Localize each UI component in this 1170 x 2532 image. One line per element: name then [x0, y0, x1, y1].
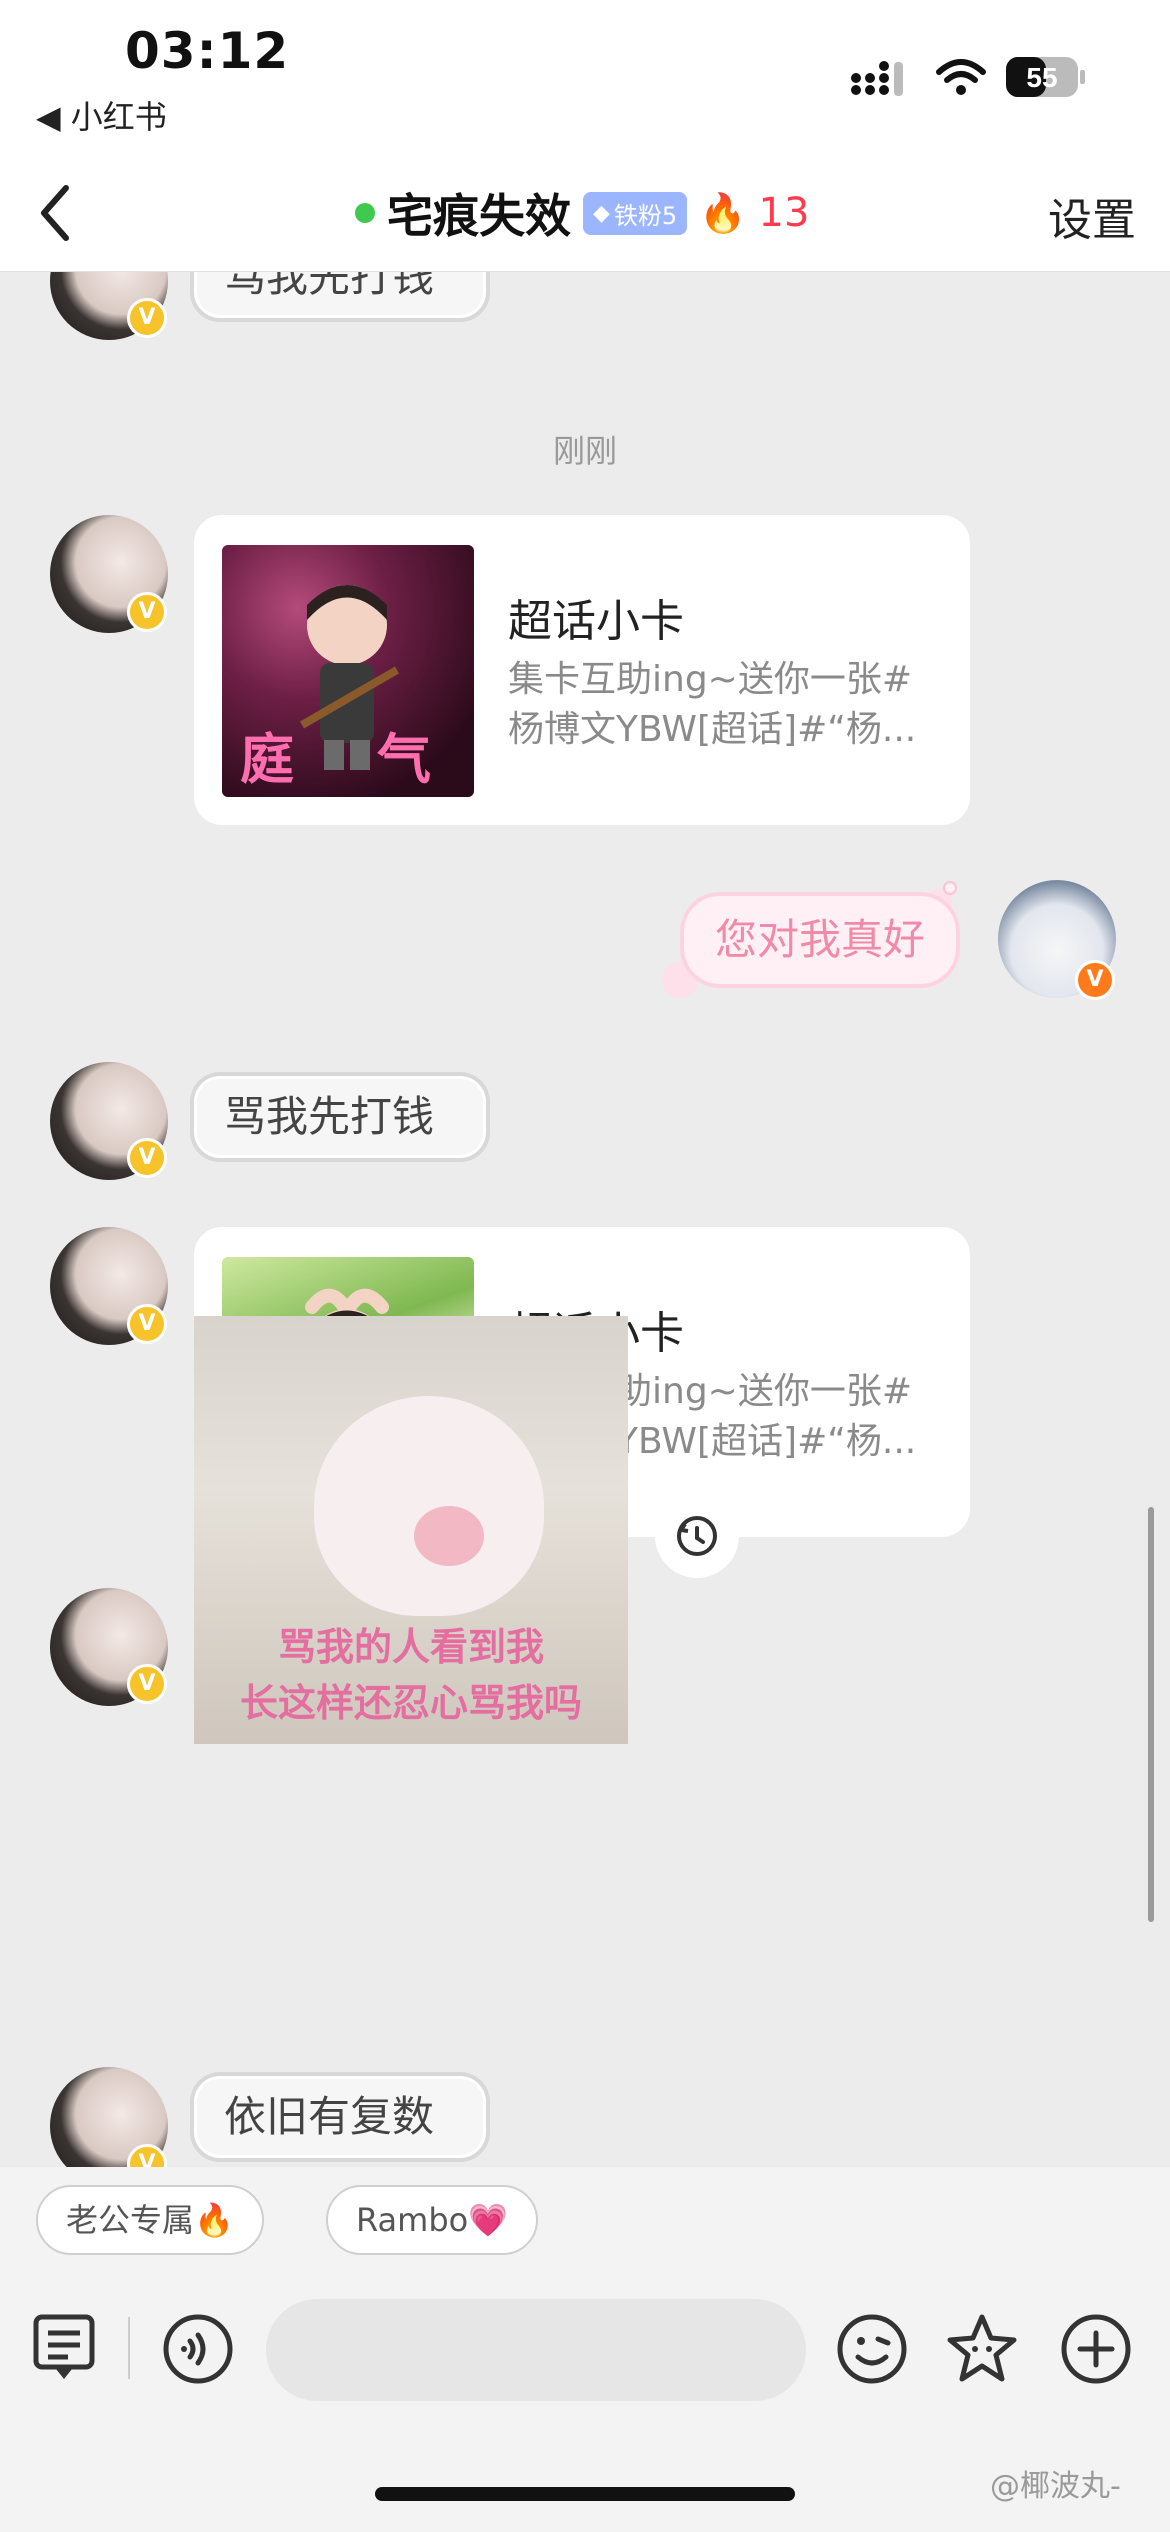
pig-illustration	[314, 1396, 544, 1616]
battery-level: 55	[1026, 62, 1057, 93]
scrollbar[interactable]	[1148, 1507, 1154, 1922]
verified-badge-icon: V	[1075, 960, 1115, 1000]
diamond-icon: ◆	[593, 200, 610, 226]
emoji-icon[interactable]	[834, 2311, 910, 2387]
sticker-caption: 骂我的人看到我	[277, 1625, 544, 1669]
quick-reply-chip[interactable]: 老公专属🔥	[36, 2185, 264, 2255]
verified-badge-icon: V	[127, 1664, 167, 1704]
watermark: @椰波丸-	[990, 2469, 1121, 2504]
input-bar: @椰波丸-	[0, 2287, 1170, 2532]
plus-icon[interactable]	[1058, 2311, 1134, 2387]
quick-reply-chip[interactable]: Rambo💗	[326, 2185, 539, 2255]
online-status-dot	[355, 203, 375, 223]
verified-badge-icon: V	[127, 1138, 167, 1178]
status-bar: 03:12 ◀ 小红书 55	[0, 0, 1170, 160]
sticker-caption: 长这样还忍心骂我吗	[239, 1681, 582, 1725]
settings-button[interactable]: 设置	[1048, 184, 1136, 248]
voice-icon[interactable]	[160, 2311, 236, 2387]
undo-icon	[677, 1516, 717, 1556]
fan-level-label: 铁粉5	[613, 201, 678, 230]
card-thumb-text: 庭	[240, 728, 294, 791]
card-thumbnail: 庭 气	[222, 545, 474, 797]
my-message-bubble[interactable]: 您对我真好	[680, 892, 960, 988]
cellular-signal-icon	[851, 61, 903, 96]
chat-title: 宅痕失效	[387, 189, 571, 243]
chat-header: 宅痕失效 ◆ 铁粉5 🔥 13 设置	[0, 160, 1170, 272]
message-bubble[interactable]: 骂我先打钱	[190, 1072, 490, 1162]
chat-title-group[interactable]: 宅痕失效 ◆ 铁粉5 🔥 13	[355, 178, 809, 248]
pig-snout	[414, 1506, 484, 1566]
status-time: 03:12	[125, 22, 290, 80]
back-to-app-link[interactable]: ◀ 小红书	[36, 92, 167, 138]
sticker-star-icon[interactable]	[944, 2311, 1020, 2387]
menu-list-icon[interactable]	[28, 2311, 104, 2387]
back-arrow-icon[interactable]	[30, 178, 80, 248]
wifi-icon	[936, 59, 986, 95]
home-indicator[interactable]	[375, 2487, 795, 2501]
fire-icon: 🔥	[699, 190, 747, 235]
divider	[128, 2317, 130, 2379]
sticker-image[interactable]: 骂我的人看到我 长这样还忍心骂我吗	[194, 1316, 628, 1744]
card-title: 超话小卡	[508, 596, 684, 647]
verified-badge-icon: V	[127, 1304, 167, 1344]
streak-count: 13	[758, 190, 810, 236]
card-thumb-text: 气	[377, 728, 431, 791]
message-list[interactable]: V 骂我先打钱 刚刚 V 庭 气 超话小卡 集卡互助ing~送你一张#杨博文YB…	[0, 272, 1170, 2167]
message-timestamp: 刚刚	[552, 432, 617, 470]
battery-icon: 55	[1005, 56, 1087, 98]
quick-reply-bar: 老公专属🔥 Rambo💗	[0, 2167, 1170, 2287]
verified-badge-icon: V	[127, 298, 167, 338]
message-input[interactable]	[266, 2299, 806, 2401]
recall-button[interactable]	[655, 1494, 739, 1578]
message-bubble[interactable]: 依旧有复数	[190, 2072, 490, 2162]
verified-badge-icon: V	[127, 592, 167, 632]
fan-level-badge: ◆ 铁粉5	[583, 191, 688, 235]
message-bubble[interactable]: 骂我先打钱	[190, 272, 490, 322]
card-description: 集卡互助ing~送你一张#杨博文YBW[超话]#“杨...	[508, 659, 917, 750]
super-topic-card[interactable]: 庭 气 超话小卡 集卡互助ing~送你一张#杨博文YBW[超话]#“杨...	[194, 515, 970, 825]
